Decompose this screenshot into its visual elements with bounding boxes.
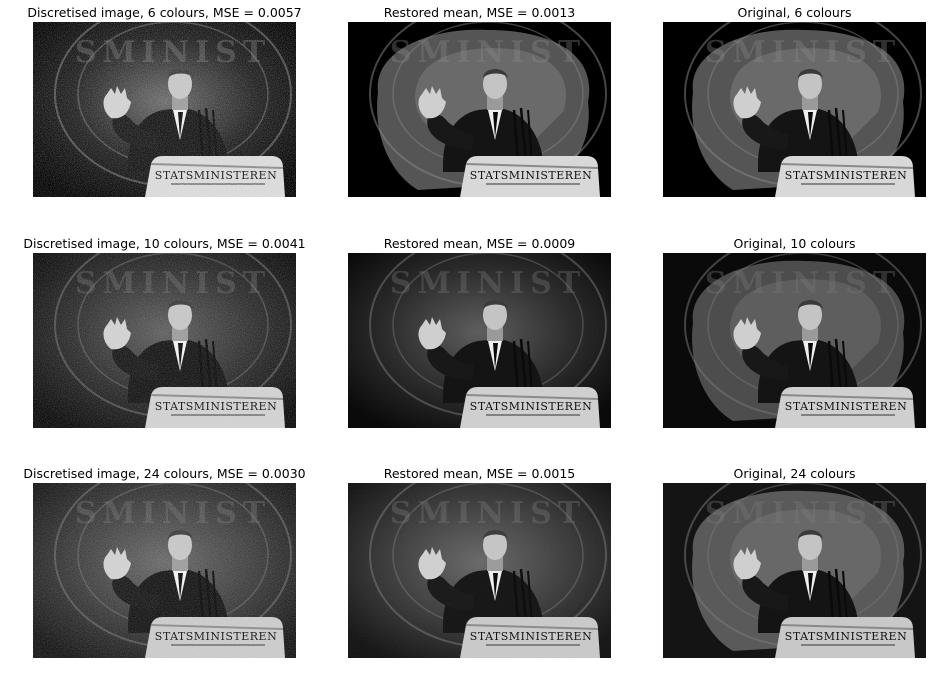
svg-text:STATSMINISTEREN: STATSMINISTEREN xyxy=(785,630,907,643)
panel-title: Original, 6 colours xyxy=(737,5,852,20)
panel-title: Discretised image, 24 colours, MSE = 0.0… xyxy=(23,466,306,481)
speaker-photo: SMINIST STATSMINISTEREN xyxy=(348,22,611,197)
svg-text:STATSMINISTEREN: STATSMINISTEREN xyxy=(470,169,592,182)
speaker-photo: SMINISTSTATSMINISTEREN xyxy=(33,253,296,428)
speaker-photo: SMINISTSTATSMINISTEREN xyxy=(33,483,296,658)
panel-title: Discretised image, 10 colours, MSE = 0.0… xyxy=(23,236,306,251)
svg-text:SMINIST: SMINIST xyxy=(390,266,586,301)
svg-text:SMINIST: SMINIST xyxy=(705,496,901,531)
svg-text:STATSMINISTEREN: STATSMINISTEREN xyxy=(785,169,907,182)
speaker-photo: SMINIST STATSMINISTEREN xyxy=(348,253,611,428)
panel-title: Restored mean, MSE = 0.0013 xyxy=(383,5,576,20)
panel-title: Original, 24 colours xyxy=(733,466,856,481)
svg-text:SMINIST: SMINIST xyxy=(705,35,901,70)
speaker-photo: SMINIST STATSMINISTEREN xyxy=(663,22,926,197)
svg-text:SMINIST: SMINIST xyxy=(390,35,586,70)
svg-text:STATSMINISTEREN: STATSMINISTEREN xyxy=(785,400,907,413)
panel-title: Discretised image, 6 colours, MSE = 0.00… xyxy=(27,5,302,20)
panel-title: Restored mean, MSE = 0.0015 xyxy=(383,466,576,481)
speaker-photo: SMINIST STATSMINISTEREN xyxy=(663,483,926,658)
svg-text:SMINIST: SMINIST xyxy=(705,266,901,301)
panel-title: Restored mean, MSE = 0.0009 xyxy=(383,236,576,251)
speaker-photo: SMINISTSTATSMINISTEREN xyxy=(33,22,296,197)
speaker-photo: SMINIST STATSMINISTEREN xyxy=(663,253,926,428)
svg-text:STATSMINISTEREN: STATSMINISTEREN xyxy=(470,400,592,413)
panel-title: Original, 10 colours xyxy=(733,236,856,251)
speaker-photo: SMINISTSTATSMINISTEREN xyxy=(348,483,611,658)
